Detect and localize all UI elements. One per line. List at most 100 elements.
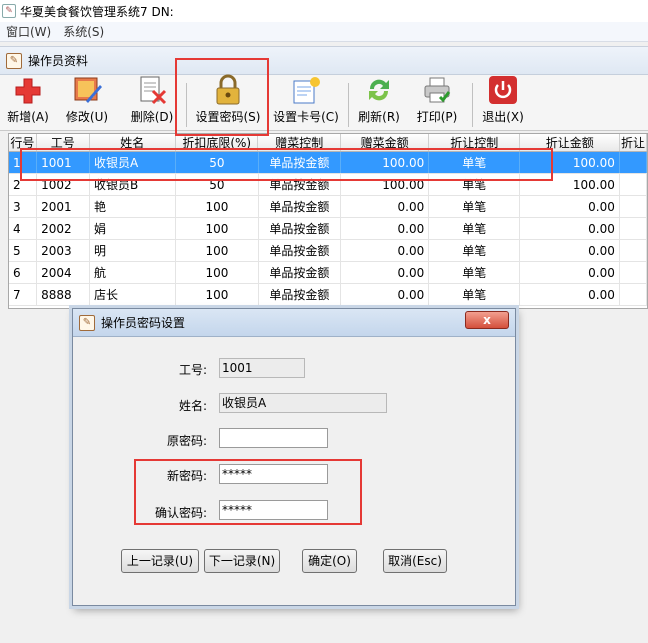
menu-system[interactable]: 系统(S) — [57, 23, 110, 40]
job-no-field: 1001 — [219, 358, 305, 378]
table-cell: 2002 — [37, 218, 90, 239]
column-header[interactable]: 工号 — [37, 134, 90, 151]
table-row[interactable]: 4 2002 娟 100 单品按金额 0.00 单笔 0.00 — [9, 218, 647, 240]
lock-icon — [213, 74, 243, 105]
power-icon — [488, 75, 518, 105]
refresh-icon — [364, 75, 394, 105]
table-cell: 单笔 — [429, 174, 521, 195]
table-cell: 100.00 — [520, 152, 620, 173]
set-card-button[interactable]: 设置卡号(C) — [270, 77, 342, 129]
column-header[interactable]: 折让金额 — [520, 134, 621, 151]
column-header[interactable]: 赠菜金额 — [341, 134, 430, 151]
table-row[interactable]: 6 2004 航 100 单品按金额 0.00 单笔 0.00 — [9, 262, 647, 284]
table-cell: 0.00 — [520, 262, 620, 283]
table-cell: 艳 — [90, 196, 177, 217]
column-header[interactable]: 姓名 — [90, 134, 176, 151]
old-password-field[interactable] — [219, 428, 328, 448]
table-cell: 娟 — [90, 218, 177, 239]
toolbar-separator — [186, 83, 187, 127]
column-header[interactable]: 折扣底限(%) — [176, 134, 259, 151]
table-cell: 7 — [9, 284, 38, 305]
table-cell: 收银员A — [90, 152, 177, 173]
table-cell: 明 — [90, 240, 177, 261]
table-cell: 0.00 — [341, 262, 430, 283]
table-cell: 1001 — [37, 152, 90, 173]
table-cell — [620, 240, 647, 261]
app-titlebar: ✎ 华夏美食餐饮管理系统7 DN: — [0, 0, 648, 22]
table-cell — [620, 218, 647, 239]
table-cell: 航 — [90, 262, 177, 283]
set-password-button[interactable]: 设置密码(S) — [190, 74, 266, 129]
table-cell: 0.00 — [341, 284, 430, 305]
table-row[interactable]: 5 2003 明 100 单品按金额 0.00 单笔 0.00 — [9, 240, 647, 262]
print-button-label: 打印(P) — [416, 110, 458, 124]
table-cell: 100.00 — [341, 152, 430, 173]
confirm-password-field[interactable]: ***** — [219, 500, 328, 520]
add-button-label: 新增(A) — [7, 110, 49, 124]
new-password-field[interactable]: ***** — [219, 464, 328, 484]
table-cell: 单品按金额 — [259, 174, 342, 195]
toolbar: 新增(A) 修改(U) 删除(D) 设置密码(S) 设置卡号(C) 刷新(R) — [0, 74, 648, 131]
exit-button[interactable]: 退出(X) — [478, 75, 528, 129]
delete-icon — [137, 75, 167, 105]
delete-button-label: 删除(D) — [130, 110, 174, 124]
edit-button-label: 修改(U) — [65, 110, 109, 124]
table-body: 1 1001 收银员A 50 单品按金额 100.00 单笔 100.00 2 1002 收银员B 5… — [9, 152, 647, 306]
table-cell — [620, 152, 647, 173]
table-cell: 2 — [9, 174, 38, 195]
column-header[interactable]: 折让 — [620, 134, 647, 151]
table-cell — [620, 174, 647, 195]
cancel-button[interactable]: 取消(Esc) — [383, 549, 447, 573]
table-cell: 0.00 — [341, 240, 430, 261]
table-cell: 100 — [176, 240, 259, 261]
table-cell: 8888 — [37, 284, 90, 305]
table-cell: 单笔 — [429, 218, 521, 239]
ok-button[interactable]: 确定(O) — [302, 549, 357, 573]
close-button[interactable]: x — [465, 311, 509, 329]
table-row[interactable]: 1 1001 收银员A 50 单品按金额 100.00 单笔 100.00 — [9, 152, 647, 174]
table-cell: 单品按金额 — [259, 284, 342, 305]
operator-table[interactable]: 行号 工号 姓名 折扣底限(%) 赠菜控制 赠菜金额 折让控制 折让金额 折让 … — [8, 133, 648, 309]
table-cell: 50 — [176, 152, 259, 173]
new-password-label: 新密码: — [166, 469, 207, 483]
edit-button[interactable]: 修改(U) — [62, 77, 112, 129]
table-cell — [620, 196, 647, 217]
refresh-button[interactable]: 刷新(R) — [354, 77, 404, 129]
table-cell: 0.00 — [520, 196, 620, 217]
column-header[interactable]: 折让控制 — [429, 134, 521, 151]
delete-button[interactable]: 删除(D) — [124, 75, 180, 129]
table-cell: 店长 — [90, 284, 177, 305]
table-cell: 收银员B — [90, 174, 177, 195]
add-button[interactable]: 新增(A) — [6, 77, 50, 129]
confirm-password-label: 确认密码: — [154, 506, 207, 520]
table-cell: 0.00 — [520, 240, 620, 261]
refresh-button-label: 刷新(R) — [358, 110, 400, 124]
table-row[interactable]: 3 2001 艳 100 单品按金额 0.00 单笔 0.00 — [9, 196, 647, 218]
edit-icon — [72, 75, 102, 105]
prev-record-button[interactable]: 上一记录(U) — [121, 549, 199, 573]
toolbar-separator — [348, 83, 349, 127]
column-header[interactable]: 行号 — [9, 134, 37, 151]
table-cell: 0.00 — [341, 196, 430, 217]
old-password-label: 原密码: — [166, 434, 207, 448]
next-record-button[interactable]: 下一记录(N) — [204, 549, 280, 573]
password-dialog-titlebar: ✎ 操作员密码设置 x — [73, 309, 515, 337]
table-cell: 50 — [176, 174, 259, 195]
toolbar-separator — [472, 83, 473, 127]
password-dialog: ✎ 操作员密码设置 x 工号: 1001 姓名: 收银员A 原密码: 新密码: … — [72, 308, 516, 606]
table-cell: 3 — [9, 196, 38, 217]
table-row[interactable]: 2 1002 收银员B 50 单品按金额 100.00 单笔 100.00 — [9, 174, 647, 196]
table-cell: 1 — [9, 152, 38, 173]
column-header[interactable]: 赠菜控制 — [258, 134, 341, 151]
print-button[interactable]: 打印(P) — [412, 77, 462, 129]
menu-window[interactable]: 窗口(W) — [0, 23, 57, 40]
table-cell: 单笔 — [429, 196, 521, 217]
table-cell: 2001 — [37, 196, 90, 217]
card-icon — [291, 75, 321, 105]
menu-bar: 窗口(W) 系统(S) — [0, 22, 648, 42]
table-cell — [620, 284, 647, 305]
printer-icon — [422, 75, 452, 105]
table-row[interactable]: 7 8888 店长 100 单品按金额 0.00 单笔 0.00 — [9, 284, 647, 306]
table-cell: 单笔 — [429, 262, 521, 283]
table-cell: 1002 — [37, 174, 90, 195]
